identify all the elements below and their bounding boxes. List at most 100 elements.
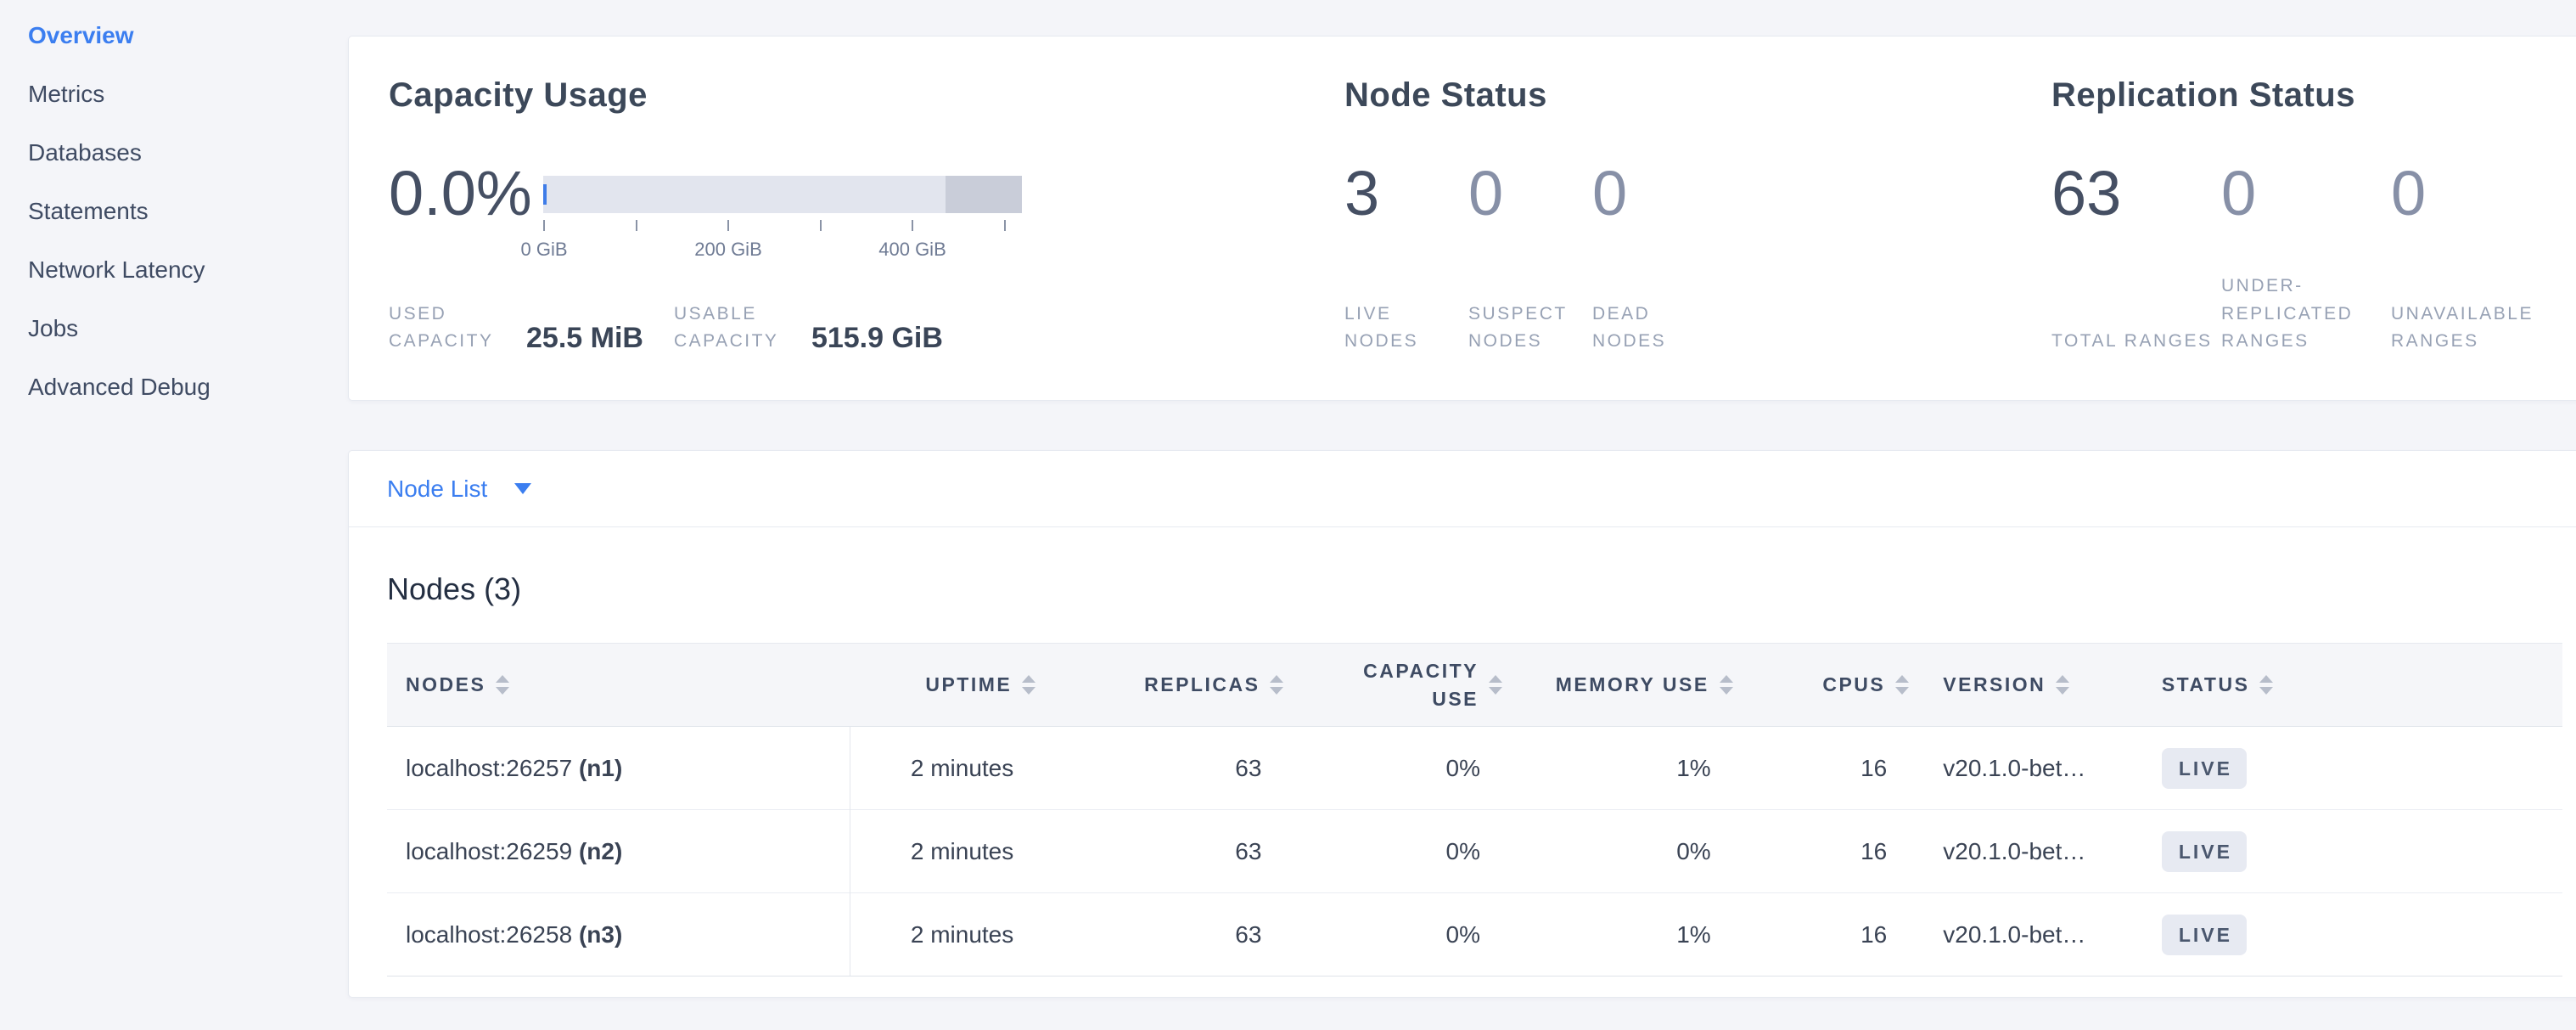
column-header-replicas[interactable]: Replicas (1052, 644, 1300, 727)
sidebar-item-metrics[interactable]: Metrics (0, 65, 348, 124)
under-replicated-ranges-stat: 0 Under-Replicated Ranges (2221, 162, 2391, 356)
app-root: Overview Metrics Databases Statements Ne… (0, 0, 2576, 1030)
total-ranges-value: 63 (2051, 162, 2221, 225)
node-address-cell[interactable]: localhost:26259 (n2) (387, 810, 850, 893)
sort-icon (1489, 675, 1502, 695)
node-status-section: Node Status 3 Live Nodes 0 Suspect Nodes… (1344, 75, 2051, 356)
memory-use-cell: 1% (1519, 727, 1750, 810)
node-status-title: Node Status (1344, 75, 2051, 115)
total-ranges-label: Total Ranges (2051, 328, 2221, 356)
capacity-bar-chart: 0 GiB 200 GiB 400 GiB (543, 162, 1022, 264)
cluster-summary-card: Capacity Usage 0.0% 0 GiB 2 (348, 36, 2576, 401)
live-nodes-value: 3 (1344, 162, 1468, 225)
memory-use-cell: 1% (1519, 893, 1750, 977)
uptime-cell: 2 minutes (850, 727, 1052, 810)
capacity-use-cell: 0% (1300, 727, 1519, 810)
unavailable-ranges-value: 0 (2391, 162, 2561, 225)
axis-tick-label: 200 GiB (694, 239, 762, 261)
capacity-reserved-segment (946, 176, 1022, 213)
axis-tick-label: 400 GiB (878, 239, 946, 261)
status-cell: LIVE (2145, 893, 2562, 977)
sidebar-item-jobs[interactable]: Jobs (0, 300, 348, 358)
sort-icon (2259, 675, 2273, 695)
sidebar-item-databases[interactable]: Databases (0, 124, 348, 183)
sort-icon (1022, 675, 1035, 695)
capacity-used-percent: 0.0% (389, 162, 540, 225)
cpus-cell: 16 (1750, 727, 1927, 810)
cpus-cell: 16 (1750, 893, 1927, 977)
version-cell: v20.1.0-bet… (1926, 893, 2145, 977)
column-header-version[interactable]: Version (1926, 644, 2145, 727)
table-header-row: Nodes Uptime Replicas Capacity Use (387, 644, 2562, 727)
replication-status-title: Replication Status (2051, 75, 2561, 115)
total-ranges-stat: 63 Total Ranges (2051, 162, 2221, 356)
node-address-cell[interactable]: localhost:26258 (n3) (387, 893, 850, 977)
suspect-nodes-label: Suspect Nodes (1468, 301, 1592, 356)
status-cell: LIVE (2145, 727, 2562, 810)
dead-nodes-value: 0 (1592, 162, 1716, 225)
main-content: Capacity Usage 0.0% 0 GiB 2 (348, 0, 2576, 1030)
capacity-axis: 0 GiB 200 GiB 400 GiB (543, 213, 1022, 264)
replicas-cell: 63 (1052, 893, 1300, 977)
uptime-cell: 2 minutes (850, 810, 1052, 893)
capacity-use-cell: 0% (1300, 893, 1519, 977)
status-badge: LIVE (2162, 915, 2247, 955)
axis-tick-label: 0 GiB (520, 239, 567, 261)
capacity-usage-section: Capacity Usage 0.0% 0 GiB 2 (389, 75, 1344, 356)
unavailable-ranges-label: Unavailable Ranges (2391, 301, 2561, 356)
capacity-used-indicator (543, 184, 547, 205)
column-header-memory-use[interactable]: Memory Use (1519, 644, 1750, 727)
status-badge: LIVE (2162, 748, 2247, 789)
dead-nodes-stat: 0 Dead Nodes (1592, 162, 1716, 356)
nodes-heading: Nodes (3) (387, 571, 2562, 607)
column-header-nodes[interactable]: Nodes (387, 644, 850, 727)
column-header-uptime[interactable]: Uptime (850, 644, 1052, 727)
nodes-table: Nodes Uptime Replicas Capacity Use (387, 643, 2562, 977)
capacity-use-cell: 0% (1300, 810, 1519, 893)
chevron-down-icon (514, 483, 531, 494)
uptime-cell: 2 minutes (850, 893, 1052, 977)
live-nodes-label: Live Nodes (1344, 301, 1468, 356)
used-capacity-label: Used Capacity (389, 301, 497, 356)
under-replicated-ranges-value: 0 (2221, 162, 2391, 225)
sidebar-item-statements[interactable]: Statements (0, 183, 348, 241)
sort-icon (2056, 675, 2069, 695)
sidebar-item-advanced-debug[interactable]: Advanced Debug (0, 358, 348, 417)
dead-nodes-label: Dead Nodes (1592, 301, 1716, 356)
node-list-dropdown-label: Node List (387, 476, 487, 503)
suspect-nodes-value: 0 (1468, 162, 1592, 225)
column-header-status[interactable]: Status (2145, 644, 2562, 727)
table-row[interactable]: localhost:26259 (n2) 2 minutes 63 0% 0% … (387, 810, 2562, 893)
memory-use-cell: 0% (1519, 810, 1750, 893)
column-header-capacity-use[interactable]: Capacity Use (1300, 644, 1519, 727)
table-row[interactable]: localhost:26257 (n1) 2 minutes 63 0% 1% … (387, 727, 2562, 810)
sort-icon (496, 675, 509, 695)
capacity-bar (543, 176, 1022, 213)
sidebar-item-network-latency[interactable]: Network Latency (0, 241, 348, 300)
view-selector-row: Node List (349, 451, 2576, 527)
suspect-nodes-stat: 0 Suspect Nodes (1468, 162, 1592, 356)
replicas-cell: 63 (1052, 810, 1300, 893)
node-list-dropdown[interactable]: Node List (387, 476, 531, 503)
unavailable-ranges-stat: 0 Unavailable Ranges (2391, 162, 2561, 356)
capacity-usage-title: Capacity Usage (389, 75, 1344, 115)
usable-capacity-value: 515.9 GiB (811, 324, 943, 356)
version-cell: v20.1.0-bet… (1926, 810, 2145, 893)
used-capacity-value: 25.5 MiB (526, 324, 643, 356)
sort-icon (1720, 675, 1733, 695)
table-row[interactable]: localhost:26258 (n3) 2 minutes 63 0% 1% … (387, 893, 2562, 977)
sidebar-nav: Overview Metrics Databases Statements Ne… (0, 7, 348, 417)
sidebar: Overview Metrics Databases Statements Ne… (0, 0, 348, 1030)
status-badge: LIVE (2162, 831, 2247, 872)
replication-status-section: Replication Status 63 Total Ranges 0 Und… (2051, 75, 2561, 356)
live-nodes-stat: 3 Live Nodes (1344, 162, 1468, 356)
version-cell: v20.1.0-bet… (1926, 727, 2145, 810)
column-header-cpus[interactable]: CPUs (1750, 644, 1927, 727)
replicas-cell: 63 (1052, 727, 1300, 810)
node-address-cell[interactable]: localhost:26257 (n1) (387, 727, 850, 810)
usable-capacity-label: Usable Capacity (674, 301, 783, 356)
sidebar-item-overview[interactable]: Overview (0, 7, 348, 65)
under-replicated-ranges-label: Under-Replicated Ranges (2221, 273, 2391, 356)
cpus-cell: 16 (1750, 810, 1927, 893)
sort-icon (1270, 675, 1283, 695)
